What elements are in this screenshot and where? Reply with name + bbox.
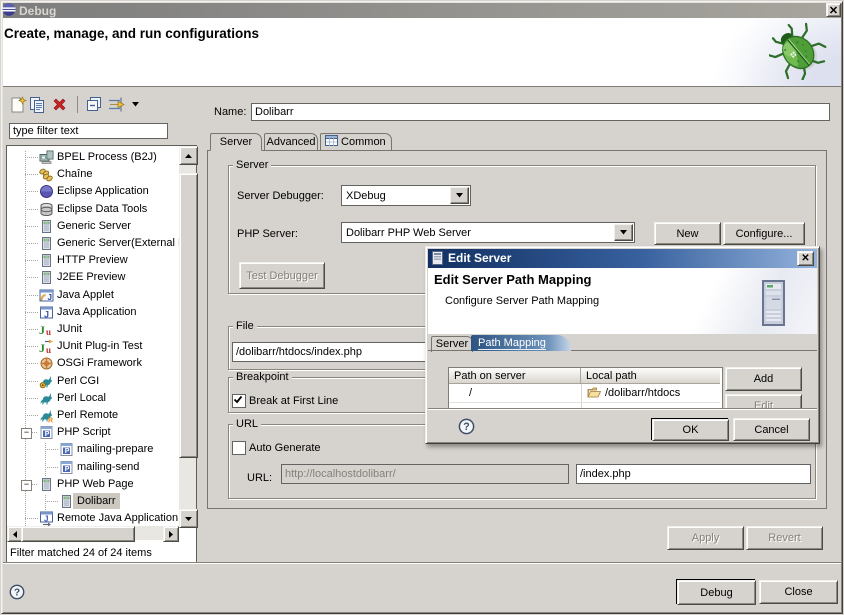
svg-text:J: J: [44, 515, 48, 524]
svg-text:J: J: [39, 323, 45, 337]
svg-text:?: ?: [463, 421, 469, 433]
svg-text:P: P: [65, 448, 70, 455]
svg-text:J: J: [44, 310, 49, 320]
svg-text:P: P: [45, 431, 50, 438]
svg-text:u: u: [46, 327, 51, 337]
svg-text:P: P: [65, 466, 70, 473]
svg-text:J: J: [48, 293, 52, 302]
svg-text:J: J: [39, 341, 45, 354]
svg-text:?: ?: [14, 588, 20, 599]
svg-text:R: R: [48, 418, 53, 424]
svg-text:u: u: [46, 345, 51, 354]
